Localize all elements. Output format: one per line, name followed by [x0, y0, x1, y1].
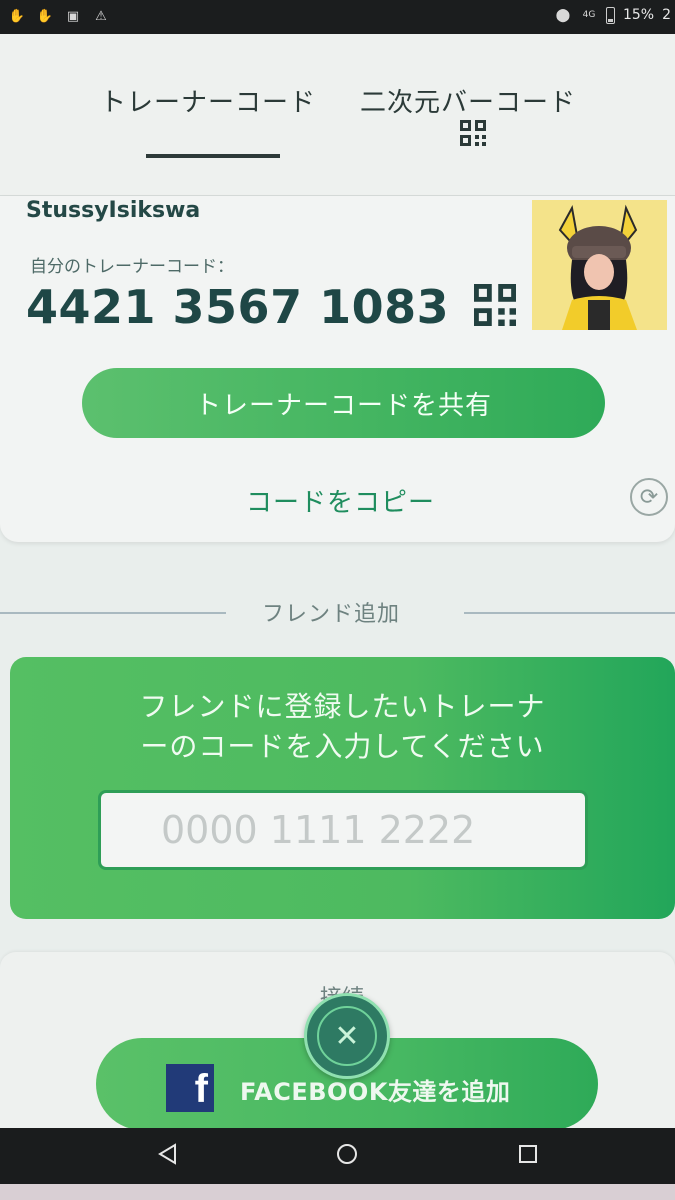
hand-notification-icon-2: ✋: [36, 8, 54, 24]
copy-code-link[interactable]: コードをコピー: [246, 482, 435, 519]
add-friend-section-title: フレンド追加: [262, 602, 401, 627]
close-icon: ✕: [317, 1006, 377, 1066]
tab-qr-code[interactable]: 二次元バーコード: [360, 82, 576, 119]
tab-trainer-code[interactable]: トレーナーコード: [100, 82, 316, 119]
instruction-line-1: フレンドに登録したいトレーナ: [139, 690, 546, 723]
refresh-icon[interactable]: ⟳: [630, 478, 668, 516]
image-notification-icon: ▣: [66, 8, 80, 24]
recent-apps-icon[interactable]: [510, 1136, 546, 1172]
share-trainer-code-button[interactable]: トレーナーコードを共有: [82, 368, 605, 438]
signal-icon: 4G: [582, 10, 596, 20]
add-friend-instruction: フレンドに登録したいトレーナ ーのコードを入力してください: [10, 687, 675, 767]
facebook-icon: f: [166, 1064, 214, 1112]
warning-icon: ⚠: [95, 8, 107, 24]
battery-percent: 15%: [622, 7, 655, 23]
friend-code-input[interactable]: [98, 790, 588, 870]
trainer-code: 4421 3567 1083: [26, 280, 450, 334]
divider-right: [464, 612, 675, 614]
instruction-line-2: ーのコードを入力してください: [140, 730, 545, 763]
trainer-code-label: 自分のトレーナーコード：: [30, 257, 234, 277]
close-button[interactable]: ✕: [304, 993, 390, 1079]
hand-notification-icon: ✋: [8, 8, 26, 24]
back-icon[interactable]: [150, 1136, 186, 1172]
active-tab-indicator: [146, 154, 280, 158]
location-icon: ⬤: [555, 7, 571, 23]
home-icon[interactable]: [329, 1136, 365, 1172]
qr-code-icon[interactable]: [474, 284, 516, 326]
battery-icon: [605, 6, 615, 24]
status-bar: ✋ ✋ ▣ ⚠ ⬤ 4G 15% 2: [0, 0, 675, 34]
username: StussyIsikswa: [26, 198, 201, 223]
qr-code-icon[interactable]: [460, 120, 486, 146]
profile-card: StussyIsikswa 自分のトレーナーコード： 4421 3567 108…: [0, 196, 675, 542]
tab-header: トレーナーコード 二次元バーコード: [0, 34, 675, 196]
add-friend-panel: フレンドに登録したいトレーナ ーのコードを入力してください: [10, 657, 675, 919]
avatar[interactable]: [532, 200, 667, 330]
facebook-button-label: FACEBOOK友達を追加: [240, 1078, 511, 1106]
clock: 2: [662, 7, 671, 23]
bottom-strip: [0, 1184, 675, 1200]
divider-left: [0, 612, 226, 614]
android-nav-bar: [0, 1128, 675, 1200]
